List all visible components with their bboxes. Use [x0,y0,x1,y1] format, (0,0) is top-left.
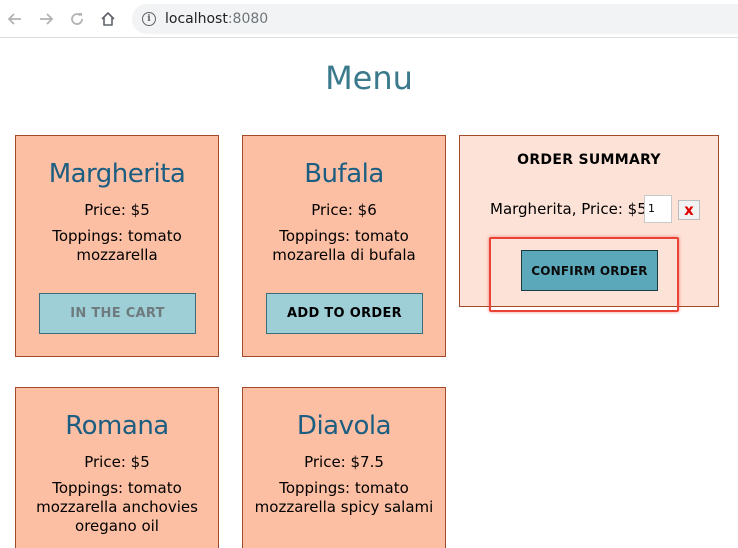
quantity-input[interactable]: 1 [644,195,672,223]
forward-button[interactable] [35,8,57,30]
pizza-name: Margherita [48,159,186,189]
info-icon[interactable]: i [142,12,156,26]
url-host: localhost [165,11,228,27]
reload-icon [71,13,83,25]
home-button[interactable] [97,8,119,30]
arrow-left-icon [7,13,21,25]
page-title: Menu [325,59,413,97]
remove-item-button[interactable]: x [678,200,700,220]
pizza-price: Price: $7.5 [304,453,384,471]
pizza-card-bufala: Bufala Price: $6 Toppings: tomato mozare… [242,135,446,357]
browser-toolbar: i localhost:8080 [0,0,738,38]
reload-button[interactable] [66,8,88,30]
pizza-card-romana: Romana Price: $5 Toppings: tomato mozzar… [15,387,219,548]
pizza-toppings: Toppings: tomato mozzarella [52,227,182,264]
address-bar[interactable]: i localhost:8080 [132,4,738,34]
pizza-name: Diavola [296,411,392,441]
pizza-toppings: Toppings: tomato mozarella di bufala [272,227,416,264]
pizza-name: Romana [65,411,169,441]
url-port: :8080 [227,11,269,27]
order-line-item: Margherita, Price: $5 [490,200,647,218]
pizza-card-margherita: Margherita Price: $5 Toppings: tomato mo… [15,135,219,357]
pizza-price: Price: $5 [84,201,150,219]
close-icon: x [684,201,694,219]
order-summary-title: ORDER SUMMARY [517,152,661,168]
pizza-toppings: Toppings: tomato mozzarella spicy salami [254,479,434,516]
pizza-price: Price: $6 [311,201,377,219]
back-button[interactable] [4,8,26,30]
arrow-right-icon [40,13,54,25]
in-the-cart-button[interactable]: IN THE CART [39,293,196,334]
add-to-order-button[interactable]: ADD TO ORDER [266,293,423,334]
pizza-card-diavola: Diavola Price: $7.5 Toppings: tomato moz… [242,387,446,548]
home-icon [101,12,115,26]
highlight-annotation [489,237,679,312]
pizza-price: Price: $5 [84,453,150,471]
pizza-name: Bufala [304,159,384,189]
pizza-toppings: Toppings: tomato mozzarella anchovies or… [36,479,198,535]
